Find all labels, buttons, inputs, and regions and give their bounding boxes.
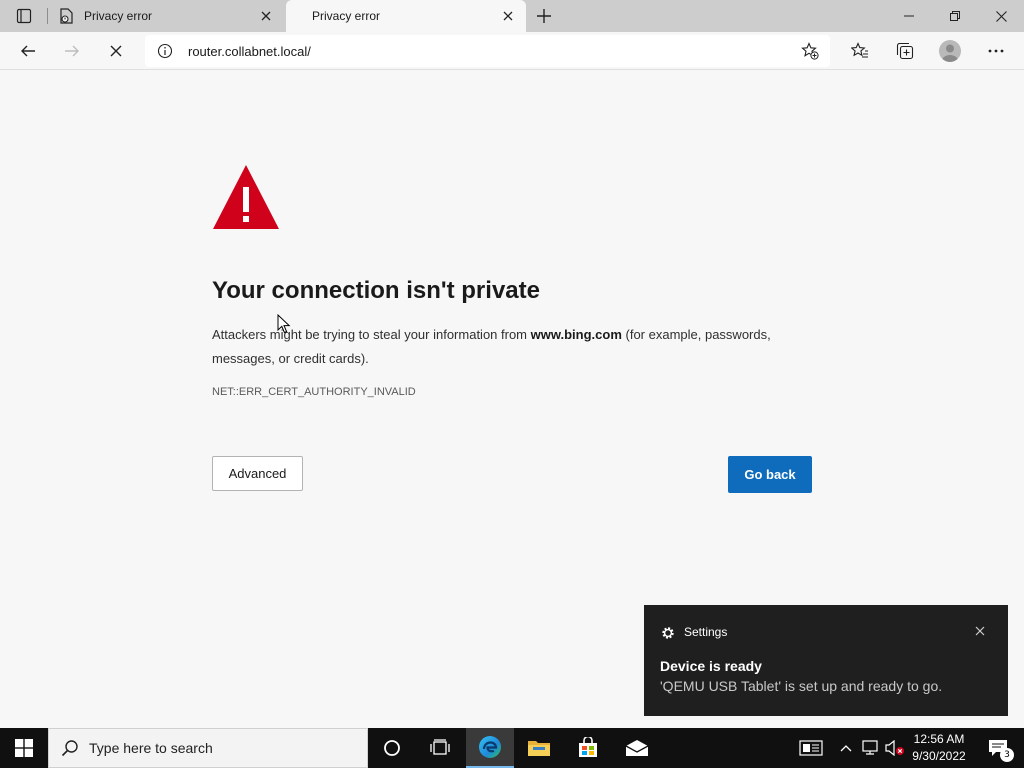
- clock-date: 9/30/2022: [912, 749, 966, 763]
- add-favorite-icon[interactable]: [801, 42, 819, 60]
- start-windows-icon[interactable]: [0, 728, 48, 768]
- close-window-icon[interactable]: [978, 0, 1024, 32]
- stop-loading-icon[interactable]: [101, 36, 131, 66]
- site-info-icon[interactable]: [157, 43, 173, 59]
- toast-app-name: Settings: [684, 625, 728, 639]
- toast-body: 'QEMU USB Tablet' is set up and ready to…: [660, 678, 943, 694]
- tab-close-icon[interactable]: [258, 8, 274, 24]
- advanced-button[interactable]: Advanced: [212, 456, 303, 491]
- microsoft-store-icon[interactable]: [564, 728, 612, 768]
- chevron-up-icon[interactable]: [836, 728, 856, 768]
- taskbar-search-box[interactable]: Type here to search: [48, 728, 368, 768]
- navigation-bar: router.collabnet.local/: [0, 32, 1024, 70]
- action-center-icon[interactable]: 3: [978, 728, 1018, 768]
- go-back-button[interactable]: Go back: [728, 456, 812, 493]
- tab-title: Privacy error: [84, 9, 153, 23]
- search-placeholder: Type here to search: [89, 740, 213, 756]
- page-title: Your connection isn't private: [212, 277, 540, 304]
- cortana-icon[interactable]: [368, 728, 416, 768]
- profile-avatar[interactable]: [935, 36, 965, 66]
- search-icon: [61, 740, 78, 757]
- tab-privacy-error-1[interactable]: Privacy error: [48, 0, 284, 32]
- notification-count-badge: 3: [1000, 748, 1014, 762]
- tab-strip: Privacy error Privacy error: [0, 0, 1024, 32]
- file-explorer-icon[interactable]: [515, 728, 563, 768]
- notification-toast[interactable]: Settings Device is ready 'QEMU USB Table…: [644, 605, 1008, 716]
- tab-privacy-error-2[interactable]: Privacy error: [286, 0, 526, 32]
- favorites-icon[interactable]: [845, 36, 875, 66]
- network-icon[interactable]: [860, 728, 882, 768]
- system-clock[interactable]: 12:56 AM 9/30/2022: [908, 731, 970, 765]
- more-menu-icon[interactable]: [981, 36, 1011, 66]
- volume-muted-icon[interactable]: [884, 728, 906, 768]
- address-bar[interactable]: router.collabnet.local/: [145, 35, 830, 67]
- settings-gear-icon: [662, 627, 674, 639]
- restore-icon[interactable]: [932, 0, 978, 32]
- task-view-icon[interactable]: [416, 728, 464, 768]
- forward-arrow-icon: [57, 36, 87, 66]
- mouse-cursor-icon: [277, 314, 291, 334]
- site-name: www.bing.com: [530, 327, 622, 342]
- tab-close-icon[interactable]: [500, 8, 516, 24]
- clock-time: 12:56 AM: [913, 732, 965, 746]
- description-text: Attackers might be trying to steal your …: [212, 327, 531, 342]
- warning-icon: [213, 165, 279, 229]
- error-description: Attackers might be trying to steal your …: [212, 323, 772, 371]
- url-text[interactable]: router.collabnet.local/: [188, 44, 311, 59]
- mail-icon[interactable]: [613, 728, 661, 768]
- page-warning-icon: [58, 8, 74, 24]
- edge-browser-icon[interactable]: [466, 728, 514, 768]
- news-widget-icon[interactable]: [796, 728, 826, 768]
- taskbar: Type here to search 12:56 AM 9/30/2022 3: [0, 728, 1024, 768]
- tab-title: Privacy error: [312, 9, 381, 23]
- collections-icon[interactable]: [890, 36, 920, 66]
- toast-close-icon[interactable]: [972, 623, 988, 639]
- back-arrow-icon[interactable]: [13, 36, 43, 66]
- tab-actions-icon[interactable]: [8, 6, 40, 26]
- error-code: NET::ERR_CERT_AUTHORITY_INVALID: [212, 386, 416, 398]
- minimize-icon[interactable]: [886, 0, 932, 32]
- new-tab-icon[interactable]: [534, 6, 554, 26]
- toast-title: Device is ready: [660, 658, 762, 674]
